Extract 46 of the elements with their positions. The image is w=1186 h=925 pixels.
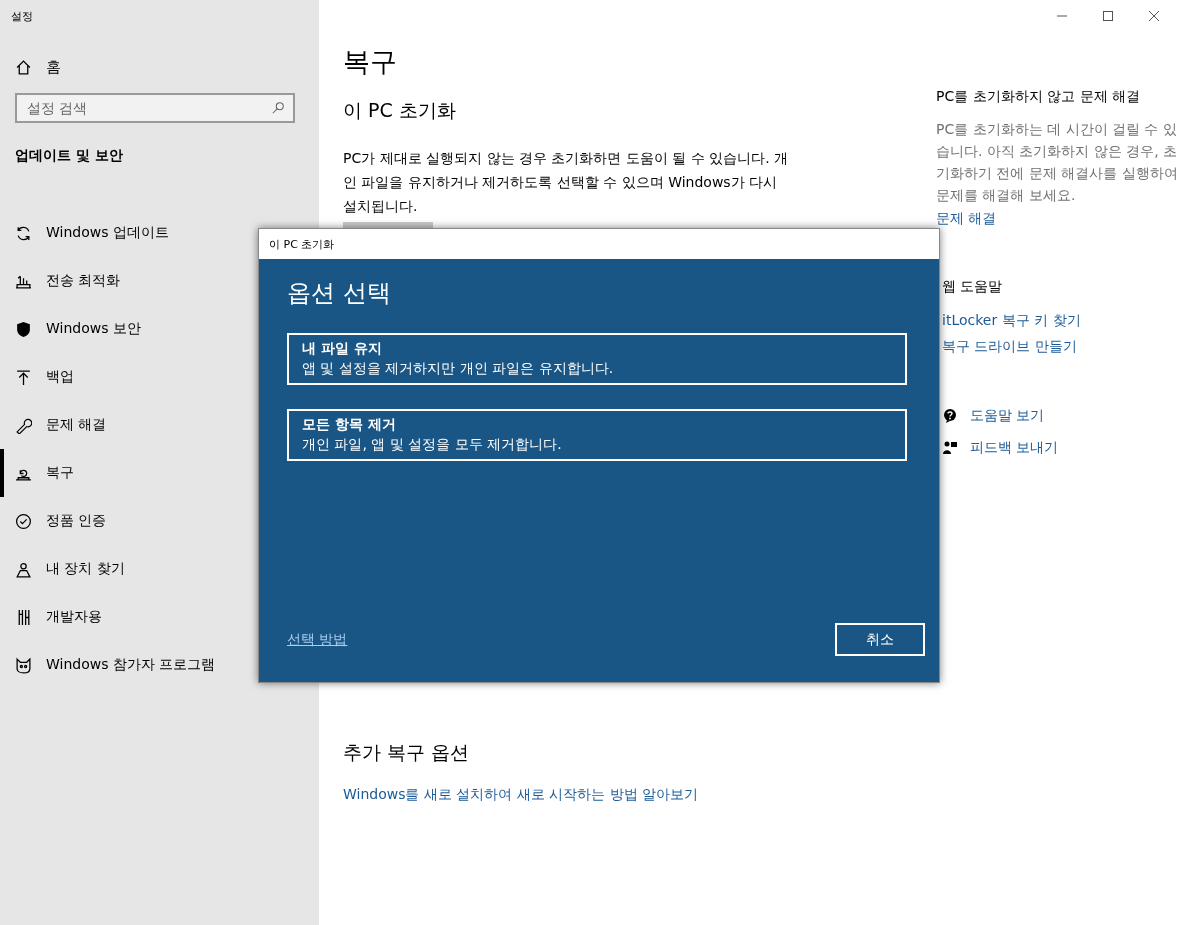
aside-text: PC를 초기화하는 데 시간이 걸릴 수 있습니다. 아직 초기화하지 않은 경우, 초기화하기 전에 문제 해결사를 실행하여 문제를 해결해 보세요. <box>936 120 1179 205</box>
action-link[interactable]: 피드백 보내기 <box>970 439 1059 457</box>
sidebar-item[interactable]: Windows 참가자 프로그램 <box>0 641 240 689</box>
sidebar-item[interactable]: 개발자용 <box>0 593 240 641</box>
feedback-icon <box>942 440 958 456</box>
wrench-icon <box>15 416 32 434</box>
help-link[interactable]: itLocker 복구 키 찾기 <box>936 312 1181 330</box>
option-button[interactable]: 모든 항목 제거 개인 파일, 앱 및 설정을 모두 제거합니다. <box>287 409 907 461</box>
maximize-icon[interactable] <box>1102 10 1114 22</box>
troubleshoot-link[interactable]: 문제 해결 <box>936 210 1181 228</box>
description-text: PC가 제대로 실행되지 않는 경우 초기화하면 도움이 될 수 있습니다. 개인 파일을 유지하거나 제거하도록 선택할 수 있으며 Windows가 다시 설치됩니다. <box>343 149 790 216</box>
sidebar-item[interactable]: 정품 인증 <box>0 497 240 545</box>
check-circle-icon <box>15 512 32 530</box>
help-link[interactable]: 복구 드라이브 만들기 <box>936 338 1181 356</box>
learn-more-link[interactable]: Windows를 새로 설치하여 새로 시작하는 방법 알아보기 <box>343 786 936 804</box>
search-icon <box>271 101 285 115</box>
action-link[interactable]: 도움말 보기 <box>970 407 1045 425</box>
shield-icon <box>15 320 32 338</box>
cat-icon <box>15 656 32 674</box>
up-arrow-icon <box>15 368 32 386</box>
web-help-title: 웹 도움말 <box>941 278 1004 296</box>
dialog-title: 이 PC 초기화 <box>259 229 939 259</box>
window-title: 설정 <box>10 9 34 25</box>
search-field[interactable]: 설정 검색 <box>15 93 295 123</box>
page-title: 복구 <box>343 45 398 79</box>
home-link[interactable]: 홈 <box>0 47 319 87</box>
close-icon[interactable] <box>1148 10 1160 22</box>
help-icon <box>942 408 958 424</box>
aside-title: PC를 초기화하지 않고 문제 해결 <box>936 88 1142 106</box>
sync-icon <box>15 224 32 242</box>
sidebar-item[interactable]: 복구 <box>0 449 240 497</box>
dialog-heading: 옵션 선택 <box>287 278 392 309</box>
person-icon <box>15 560 32 578</box>
section-title: 추가 복구 옵션 <box>343 740 471 765</box>
sidebar-item[interactable]: Windows 업데이트 <box>0 209 240 257</box>
home-icon <box>15 58 32 76</box>
option-button[interactable]: 내 파일 유지 앱 및 설정을 제거하지만 개인 파일은 유지합니다. <box>287 333 907 385</box>
cancel-button[interactable]: 취소 <box>835 623 925 656</box>
sidebar-item[interactable]: 전송 최적화 <box>0 257 240 305</box>
sidebar-item[interactable]: Windows 보안 <box>0 305 240 353</box>
section-heading: 업데이트 및 보안 <box>14 146 124 165</box>
sidebar-item[interactable]: 문제 해결 <box>0 401 240 449</box>
sidebar-item[interactable]: 내 장치 찾기 <box>0 545 240 593</box>
section-title: 이 PC 초기화 <box>343 98 457 123</box>
sidebar-item[interactable]: 백업 <box>0 353 240 401</box>
help-link[interactable]: 선택 방법 <box>287 630 348 649</box>
